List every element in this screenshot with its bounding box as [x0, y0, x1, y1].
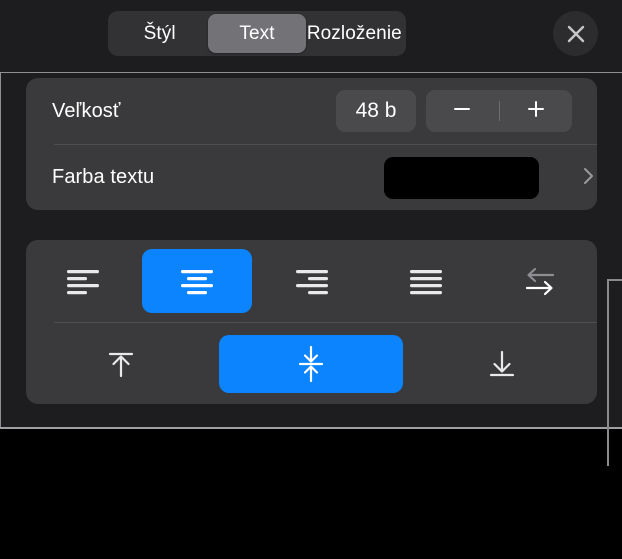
popover-header: Štýl Text Rozloženie	[0, 0, 622, 73]
plus-icon	[525, 98, 547, 125]
font-size-label: Veľkosť	[52, 99, 121, 122]
tab-text[interactable]: Text	[208, 14, 306, 53]
close-button[interactable]	[553, 11, 598, 56]
panel-left-border	[0, 72, 1, 429]
align-center-icon	[177, 264, 217, 298]
tab-style[interactable]: Štýl	[111, 14, 208, 53]
tab-layout-label: Rozloženie	[306, 22, 402, 44]
align-center-button[interactable]	[140, 240, 254, 322]
font-size-value: 48 b	[355, 99, 397, 122]
font-size-stepper[interactable]	[426, 90, 572, 132]
font-size-increase-button[interactable]	[500, 90, 573, 132]
close-icon	[564, 22, 588, 46]
align-justify-button[interactable]	[369, 240, 483, 322]
font-size-decrease-button[interactable]	[426, 90, 499, 132]
screen: Štýl Text Rozloženie Veľkosť 48 b Farba …	[0, 0, 622, 559]
format-tab-bar[interactable]: Štýl Text Rozloženie	[108, 11, 406, 56]
minus-icon	[451, 98, 473, 125]
document-background	[0, 429, 622, 559]
tab-layout[interactable]: Rozloženie	[306, 14, 403, 53]
alignment-card	[26, 240, 597, 404]
align-justify-icon	[406, 264, 446, 298]
align-left-button[interactable]	[26, 240, 140, 322]
align-bottom-icon	[483, 345, 521, 383]
tab-text-label: Text	[239, 22, 275, 44]
align-top-icon	[102, 345, 140, 383]
text-direction-button[interactable]	[483, 240, 597, 322]
align-middle-button[interactable]	[216, 323, 406, 404]
align-right-button[interactable]	[254, 240, 368, 322]
font-size-field[interactable]: 48 b	[336, 90, 416, 132]
horizontal-alignment-row	[26, 240, 597, 322]
text-format-popover: Štýl Text Rozloženie Veľkosť 48 b Farba …	[0, 0, 622, 429]
align-left-icon	[63, 264, 103, 298]
chevron-right-icon	[577, 165, 599, 192]
align-top-button[interactable]	[26, 323, 216, 404]
text-color-row[interactable]: Farba textu	[26, 145, 597, 210]
align-bottom-button[interactable]	[407, 323, 597, 404]
text-color-label: Farba textu	[52, 166, 155, 188]
align-middle-icon	[292, 344, 330, 384]
align-right-icon	[292, 264, 332, 298]
vertical-alignment-row	[26, 323, 597, 404]
font-size-row: Veľkosť 48 b	[26, 78, 597, 144]
text-color-disclosure-button[interactable]	[569, 159, 607, 197]
text-format-card: Veľkosť 48 b Farba textu	[26, 78, 597, 210]
text-color-swatch[interactable]	[384, 157, 539, 199]
tab-style-label: Štýl	[143, 22, 176, 44]
panel-top-border	[0, 72, 622, 73]
text-direction-icon	[519, 263, 561, 299]
